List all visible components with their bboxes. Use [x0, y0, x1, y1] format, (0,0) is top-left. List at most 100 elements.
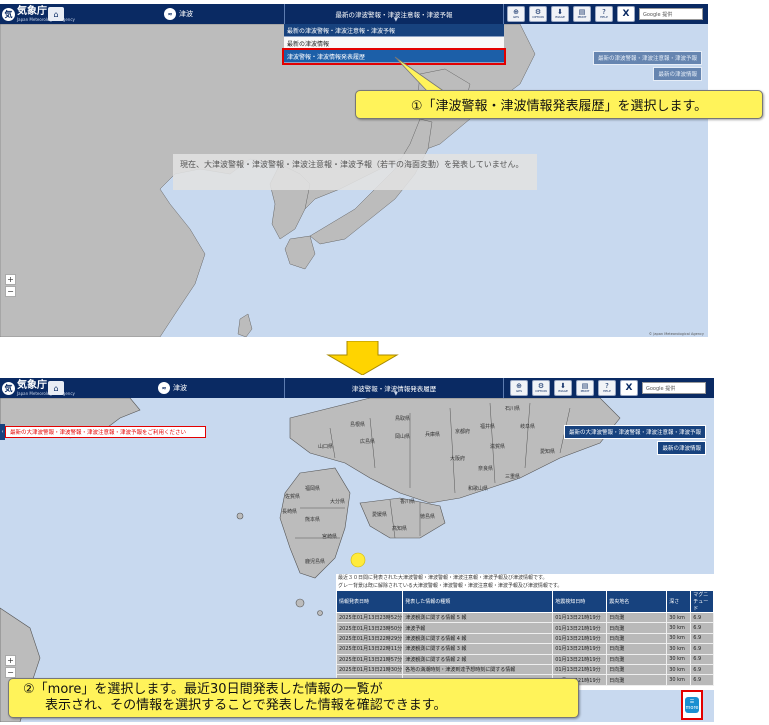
dropdown-item-history[interactable]: 津波警報・津波情報発表履歴 [282, 48, 506, 65]
history-panel: 最近３０日間に発表された大津波警報・津波警報・津波注意報・津波予報及び津波情報で… [335, 574, 714, 690]
svg-text:宮崎県: 宮崎県 [322, 533, 337, 540]
help-label: HELP [600, 15, 608, 19]
google-search-input-2[interactable]: Google 提供 [642, 382, 706, 394]
home-button-2[interactable]: ⌂ [48, 381, 64, 395]
x-icon: X [622, 8, 630, 19]
island [236, 512, 244, 520]
zoom-in-button-2[interactable]: + [5, 655, 16, 666]
svg-text:熊本県: 熊本県 [305, 516, 320, 523]
more-button-highlight[interactable]: ☰ more [681, 690, 703, 720]
svg-text:佐賀県: 佐賀県 [285, 493, 300, 500]
svg-text:長崎県: 長崎県 [282, 508, 297, 515]
home-icon: ⌂ [53, 383, 59, 393]
gps-button[interactable]: ⊕ GPS [507, 6, 525, 22]
col-issue-time: 情報発表日時 [335, 590, 404, 613]
side-link-latest-warning-2[interactable]: 最新の大津波警報・津波警報・津波注意報・津波予報 [563, 425, 706, 439]
google-search-input[interactable]: Google 提供 [639, 8, 703, 20]
mode-selector[interactable]: ≈ 津波 [164, 8, 193, 20]
gps-button-2[interactable]: ⊕ GPS [510, 380, 528, 396]
col-depth: 深さ [666, 590, 692, 613]
table-row[interactable]: 2025年01月13日21時30分 各地の満潮時刻・津波到達予想時刻に関する情報 0… [335, 663, 714, 676]
dropdown-item-latest-info[interactable]: 最新の津波情報 [284, 37, 504, 50]
info-selector-2[interactable]: 津波警報・津波情報発表履歴 ▼ [284, 378, 504, 398]
history-table: 情報発表日時 発表した情報の種類 地震検知日時 震央地名 深さ マグニチュード … [335, 590, 714, 686]
mode-selector-2[interactable]: ≈ 津波 [158, 382, 187, 394]
svg-text:香川県: 香川県 [400, 498, 415, 505]
side-link-latest-info[interactable]: 最新の津波情報 [653, 67, 702, 81]
print-button[interactable]: ▤ PRINT [573, 6, 591, 22]
info-selector[interactable]: 最新の津波警報・津波注意報・津波予報 ▼ [284, 4, 504, 24]
image-label-2: IMAGE [558, 389, 568, 393]
zoom-out-button-2[interactable]: − [5, 667, 16, 678]
option-button-2[interactable]: ⚙ OPTION [532, 380, 550, 396]
image-label: IMAGE [555, 15, 565, 19]
svg-text:石川県: 石川県 [505, 406, 520, 412]
zoom-in-button[interactable]: + [5, 274, 16, 285]
svg-text:福井県: 福井県 [480, 423, 495, 430]
x-share-button[interactable]: X [617, 6, 635, 22]
print-button-2[interactable]: ▤ PRINT [576, 380, 594, 396]
svg-text:愛知県: 愛知県 [540, 448, 555, 455]
table-row[interactable]: 2025年01月13日23時52分 津波観測に関する情報 5 報 01月13日21時… [335, 611, 714, 624]
svg-text:福岡県: 福岡県 [305, 485, 320, 492]
zoom-out-button[interactable]: − [5, 286, 16, 297]
home-button[interactable]: ⌂ [48, 7, 64, 21]
image-button-2[interactable]: ⬇ IMAGE [554, 380, 572, 396]
google-search-placeholder: Google 提供 [643, 11, 673, 18]
col-epicenter: 震央地名 [606, 590, 668, 613]
option-label: OPTION [532, 15, 544, 19]
svg-text:島根県: 島根県 [350, 421, 365, 428]
svg-text:愛媛県: 愛媛県 [372, 511, 387, 518]
header-bar: 気 気象庁 Japan Meteorological Agency ⌂ ≈ 津波… [0, 4, 708, 24]
print-label: PRINT [577, 15, 587, 19]
svg-text:鳥取県: 鳥取県 [395, 415, 410, 422]
x-share-button-2[interactable]: X [620, 380, 638, 396]
side-link-latest-info-2[interactable]: 最新の津波情報 [657, 441, 706, 455]
island [317, 610, 323, 616]
table-row[interactable]: 2025年01月13日22時29分 津波観測に関する情報 4 報 01月13日21時… [335, 632, 714, 645]
side-links: 最新の津波警報・津波注意報・津波予報 最新の津波情報 [592, 51, 702, 81]
alert-banner[interactable]: 最新の大津波警報・津波警報・津波注意報・津波予報をご利用ください [5, 426, 206, 438]
screenshot-after: 福岡県 佐賀県 長崎県 熊本県 大分県 宮崎県 鹿児島県 山口県 広島県 岡山県… [0, 378, 714, 722]
agency-name-2: 気象庁 [17, 379, 47, 391]
tsunami-icon: ≈ [158, 382, 170, 394]
gps-label: GPS [512, 15, 520, 19]
svg-text:岡山県: 岡山県 [395, 433, 410, 440]
svg-text:滋賀県: 滋賀県 [490, 443, 505, 450]
option-button[interactable]: ⚙ OPTION [529, 6, 547, 22]
callout-step-1: ①「津波警報・津波情報発表履歴」を選択します。 [355, 90, 763, 119]
side-link-latest-warning[interactable]: 最新の津波警報・津波注意報・津波予報 [592, 51, 702, 65]
agency-sub: Japan Meteorological Agency [17, 16, 75, 22]
tsunami-icon: ≈ [164, 8, 176, 20]
help-button[interactable]: ? HELP [595, 6, 613, 22]
table-row[interactable]: 2025年01月13日23時50分 津波予報 01月13日21時19分 日向灘 30 k… [335, 622, 714, 634]
help-button-2[interactable]: ? HELP [598, 380, 616, 396]
copyright: © Japan Meteorological Agency [648, 332, 704, 336]
image-button[interactable]: ⬇ IMAGE [551, 6, 569, 22]
mode-label-2: 津波 [173, 384, 187, 392]
more-button[interactable]: ☰ more [685, 697, 699, 713]
epicenter-marker[interactable] [350, 552, 366, 568]
panel-note-1: 最近３０日間に発表された大津波警報・津波警報・津波注意報・津波予報及び津波情報で… [338, 575, 548, 581]
zoom-control: + − [5, 274, 16, 297]
toolbar-2: ⊕ GPS ⚙ OPTION ⬇ IMAGE ▤ PRINT ? HELP X Googl… [510, 380, 706, 396]
option-label-2: OPTION [535, 389, 547, 393]
svg-text:和歌山県: 和歌山県 [468, 485, 488, 492]
svg-text:大分県: 大分県 [330, 498, 345, 505]
more-label: more [685, 705, 699, 711]
table-row[interactable]: 2025年01月13日21時57分 津波観測に関する情報 2 報 01月13日21時… [335, 653, 714, 665]
svg-text:高知県: 高知県 [392, 525, 407, 532]
jma-logo-icon: 気 [2, 7, 15, 21]
svg-text:兵庫県: 兵庫県 [425, 431, 440, 438]
callout2-line1: ②「more」を選択します。最近30日間発表した情報の一覧が [23, 682, 383, 697]
table-row[interactable]: 2025年01月13日22時11分 津波観測に関する情報 3 報 01月13日21時… [335, 643, 714, 655]
toolbar: ⊕ GPS ⚙ OPTION ⬇ IMAGE ▤ PRINT ? HELP X Googl… [507, 6, 703, 22]
svg-text:三重県: 三重県 [505, 473, 520, 480]
gps-label-2: GPS [515, 389, 523, 393]
svg-text:広島県: 広島県 [360, 438, 375, 445]
zoom-control-2: + − [5, 655, 16, 678]
help-label-2: HELP [603, 389, 611, 393]
callout2-line2: 表示され、その情報を選択することで発表した情報を確認できます。 [45, 698, 447, 713]
svg-text:奈良県: 奈良県 [478, 465, 493, 472]
dropdown-item-latest-warning[interactable]: 最新の津波警報・津波注意報・津波予報 [284, 24, 504, 37]
